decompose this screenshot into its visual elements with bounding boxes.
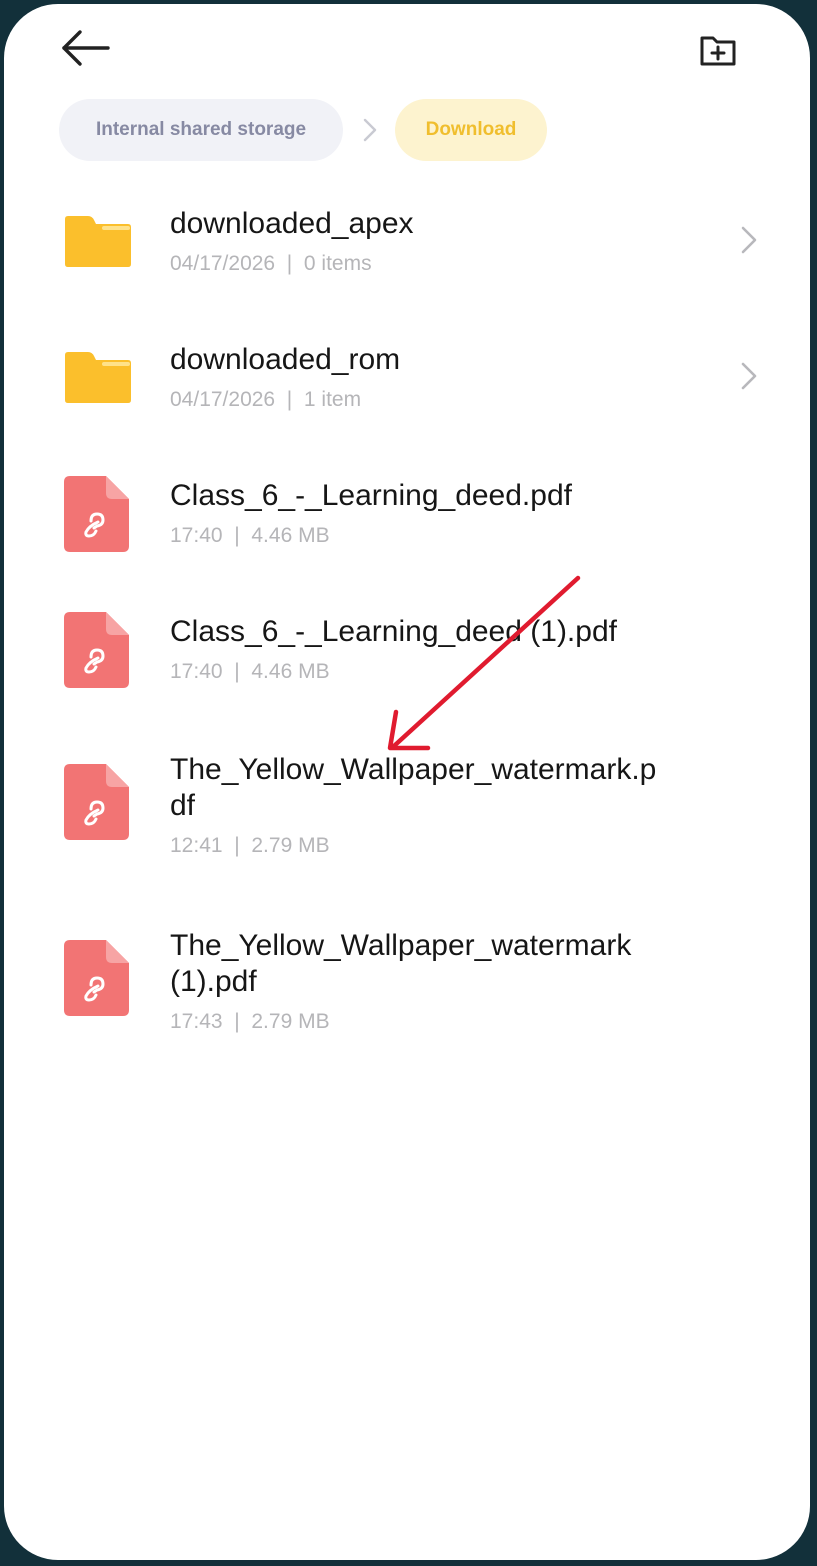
file-meta: 04/17/2026 | 0 items <box>170 252 372 275</box>
breadcrumb-internal-storage[interactable]: Internal shared storage <box>59 99 343 161</box>
folder-row-downloaded-apex[interactable]: downloaded_apex 04/17/2026 | 0 items <box>4 194 810 304</box>
file-name: The_Yellow_Wallpaper_watermark (1).pdf <box>170 929 632 998</box>
file-name: downloaded_rom <box>170 343 401 376</box>
file-meta: 17:40 | 4.46 MB <box>170 524 330 547</box>
chevron-right-icon <box>363 118 377 142</box>
pdf-file-icon <box>64 764 129 840</box>
breadcrumb-download[interactable]: Download <box>395 99 547 161</box>
pdf-row-yellow-wallpaper-watermark[interactable]: The_Yellow_Wallpaper_watermark.pdf 12:41… <box>4 738 810 888</box>
back-button[interactable] <box>56 26 116 70</box>
arrow-left-icon <box>62 30 110 66</box>
pdf-file-icon <box>64 476 129 552</box>
new-folder-button[interactable] <box>694 26 742 74</box>
folder-plus-icon <box>700 36 736 66</box>
file-name: Class_6_-_Learning_deed (1).pdf <box>170 615 617 648</box>
chevron-right-icon <box>741 362 757 390</box>
folder-icon <box>65 216 131 267</box>
file-meta: 12:41 | 2.79 MB <box>170 834 330 857</box>
pdf-row-class-6-learning-deed-1[interactable]: Class_6_-_Learning_deed (1).pdf 17:40 | … <box>4 602 810 712</box>
chevron-right-icon <box>741 226 757 254</box>
folder-row-downloaded-rom[interactable]: downloaded_rom 04/17/2026 | 1 item <box>4 330 810 440</box>
app-screen: Internal shared storage Download downloa… <box>4 4 810 1560</box>
file-meta: 17:40 | 4.46 MB <box>170 660 330 683</box>
pdf-file-icon <box>64 940 129 1016</box>
folder-icon <box>65 352 131 403</box>
pdf-row-class-6-learning-deed[interactable]: Class_6_-_Learning_deed.pdf 17:40 | 4.46… <box>4 466 810 576</box>
pdf-row-yellow-wallpaper-watermark-1[interactable]: The_Yellow_Wallpaper_watermark (1).pdf 1… <box>4 914 810 1064</box>
file-name: Class_6_-_Learning_deed.pdf <box>170 479 572 512</box>
file-name: The_Yellow_Wallpaper_watermark.pdf <box>170 753 657 822</box>
pdf-file-icon <box>64 612 129 688</box>
file-meta: 17:43 | 2.79 MB <box>170 1010 330 1033</box>
file-meta: 04/17/2026 | 1 item <box>170 388 362 411</box>
file-name: downloaded_apex <box>170 207 414 240</box>
